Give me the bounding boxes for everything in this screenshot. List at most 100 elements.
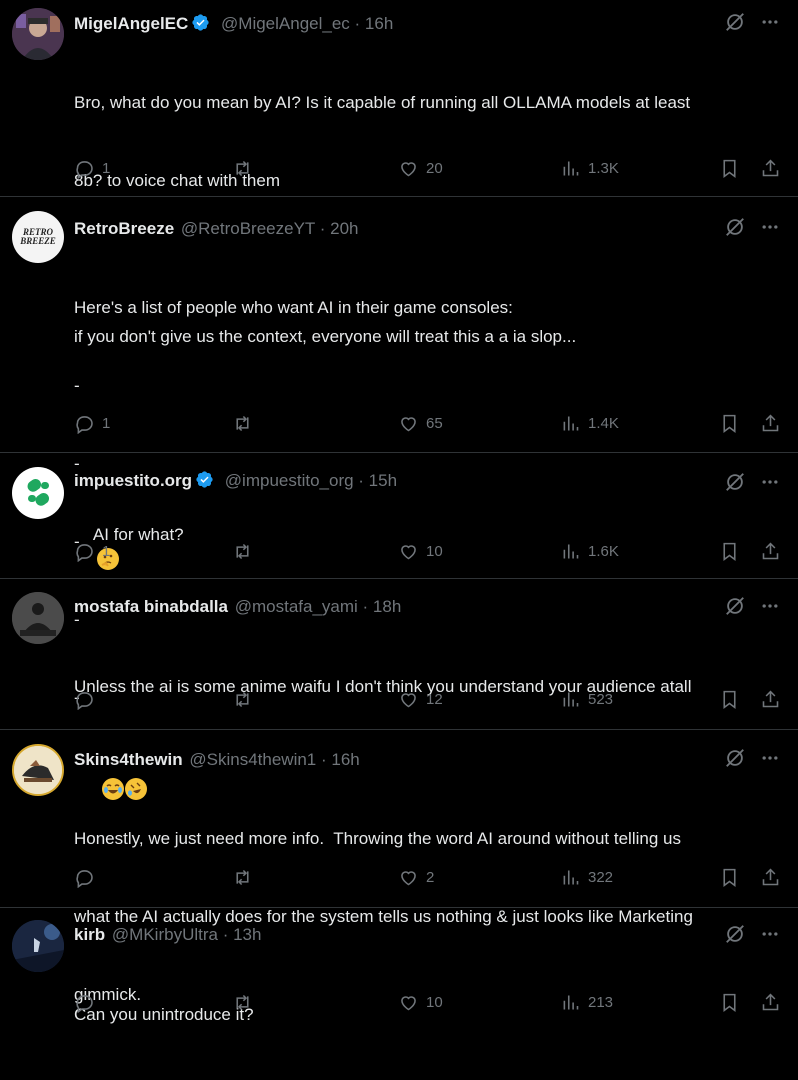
share-button[interactable] [760,689,781,710]
repost-button[interactable] [232,158,260,179]
like-icon [401,545,416,560]
action-bar: 2 322 [74,867,784,891]
user-handle[interactable]: @Skins4thewin1 [189,750,316,769]
reply-button[interactable]: 1 [74,541,110,562]
share-button[interactable] [760,541,781,562]
views-button[interactable]: 523 [560,689,613,710]
more-icon[interactable] [760,12,780,32]
view-count: 1.6K [588,543,619,560]
more-icon[interactable] [760,924,780,944]
action-bar: 1 10 1.6K [74,541,784,565]
user-handle[interactable]: @MigelAngel_ec [221,14,350,33]
like-button[interactable]: 20 [398,158,443,179]
like-icon [401,162,416,177]
timestamp[interactable]: · 20h [320,219,359,238]
grok-icon[interactable] [724,11,746,33]
repost-icon [236,160,249,177]
impuestito-logo-icon [27,479,50,506]
like-count: 65 [426,415,443,432]
timestamp[interactable]: · 18h [363,597,402,616]
grok-icon[interactable] [724,923,746,945]
bookmark-button[interactable] [719,413,740,434]
user-handle[interactable]: @impuestito_org [225,471,354,490]
display-name[interactable]: RetroBreeze [74,219,174,238]
grok-icon[interactable] [724,471,746,493]
share-button[interactable] [760,992,781,1013]
more-icon[interactable] [760,472,780,492]
verified-badge-icon [192,14,209,31]
more-icon[interactable] [760,748,780,768]
reply-button[interactable] [74,867,102,888]
reply-button[interactable]: 1 [74,413,110,434]
like-count: 12 [426,691,443,708]
share-button[interactable] [760,158,781,179]
timestamp[interactable]: · 15h [358,471,397,490]
reply-count: 1 [102,415,111,432]
like-button[interactable]: 10 [398,992,443,1013]
tweet[interactable]: impuestito.org @impuestito_org · 15h AI … [0,453,798,579]
repost-button[interactable] [232,992,260,1013]
bookmark-icon [723,414,736,433]
reply-button[interactable] [74,689,102,710]
tweet-header: Skins4thewin @Skins4thewin1 · 16h [74,749,360,771]
display-name[interactable]: mostafa binabdalla [74,597,228,616]
grok-icon[interactable] [724,595,746,617]
user-handle[interactable]: @RetroBreezeYT [181,219,315,238]
bookmark-button[interactable] [719,541,740,562]
timestamp[interactable]: · 13h [223,925,262,944]
bookmark-button[interactable] [719,158,740,179]
action-bar: 10 213 [74,992,784,1016]
reply-button[interactable] [74,992,102,1013]
like-button[interactable]: 2 [398,867,434,888]
grok-icon[interactable] [724,216,746,238]
reply-count: 1 [102,160,111,177]
tweet[interactable]: Skins4thewin @Skins4thewin1 · 16h Honest… [0,730,798,1004]
avatar[interactable] [12,467,64,519]
share-button[interactable] [760,413,781,434]
tweet-line: Bro, what do you mean by AI? Is it capab… [74,93,691,112]
like-button[interactable]: 12 [398,689,443,710]
user-handle[interactable]: @mostafa_yami [235,597,358,616]
more-icon[interactable] [760,217,780,237]
avatar[interactable] [12,592,64,644]
display-name[interactable]: impuestito.org [74,471,192,490]
repost-button[interactable] [232,541,260,562]
bookmark-button[interactable] [719,689,740,710]
action-bar: 1 65 1.4K [74,413,784,437]
views-button[interactable]: 322 [560,867,613,888]
share-icon [762,414,779,432]
avatar-logo: RETRO BREEZE [20,227,56,246]
grok-icon[interactable] [724,747,746,769]
share-button[interactable] [760,867,781,888]
tweet[interactable]: kirb @MKirbyUltra · 13h Can you unintrod… [0,908,798,1024]
repost-button[interactable] [232,413,260,434]
like-button[interactable]: 10 [398,541,443,562]
views-button[interactable]: 213 [560,992,613,1013]
repost-button[interactable] [232,689,260,710]
bookmark-button[interactable] [719,992,740,1013]
user-handle[interactable]: @MKirbyUltra [112,925,218,944]
avatar[interactable] [12,744,64,796]
tweet[interactable]: RETRO BREEZE RetroBreeze @RetroBreezeYT … [0,197,798,707]
avatar[interactable]: RETRO BREEZE [12,211,64,263]
reply-icon [76,995,93,1013]
views-button[interactable]: 1.6K [560,541,619,562]
more-icon[interactable] [760,596,780,616]
avatar[interactable] [12,920,64,972]
tweet-header: MigelAngelEC @MigelAngel_ec · 16h [74,13,393,35]
views-button[interactable]: 1.3K [560,158,619,179]
display-name[interactable]: Skins4thewin [74,750,183,769]
repost-button[interactable] [232,867,260,888]
tweet[interactable]: MigelAngelEC @MigelAngel_ec · 16h Bro, w… [0,0,798,346]
display-name[interactable]: kirb [74,925,105,944]
like-button[interactable]: 65 [398,413,443,434]
avatar[interactable] [12,8,64,60]
tweet-line: - [74,376,80,395]
timestamp[interactable]: · 16h [355,14,394,33]
reply-button[interactable]: 1 [74,158,110,179]
bookmark-button[interactable] [719,867,740,888]
display-name[interactable]: MigelAngelEC [74,14,188,33]
tweet[interactable]: mostafa binabdalla @mostafa_yami · 18h U… [0,579,798,800]
timestamp[interactable]: · 16h [321,750,360,769]
views-button[interactable]: 1.4K [560,413,619,434]
